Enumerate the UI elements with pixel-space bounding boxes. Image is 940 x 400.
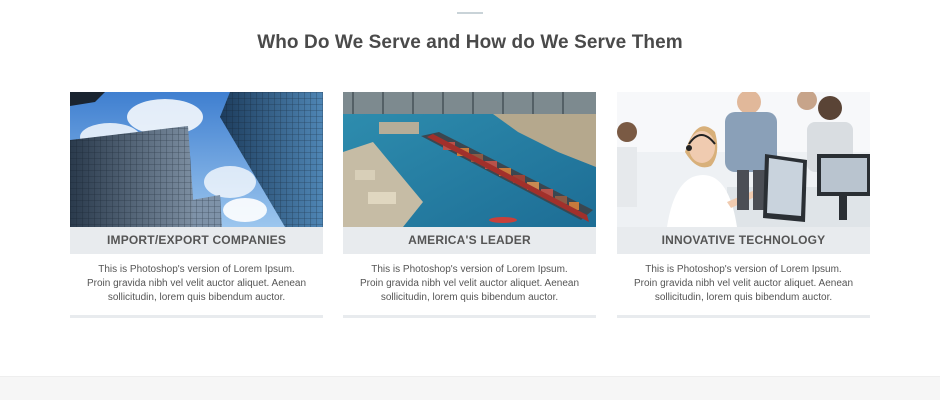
card-description: This is Photoshop's version of Lorem Ips… — [617, 263, 870, 305]
card-underline — [343, 315, 596, 318]
card-description-line: Proin gravida nibh vel velit auctor aliq… — [633, 278, 854, 289]
section-title: Who Do We Serve and How do We Serve Them — [257, 32, 683, 53]
service-card-americas-leader: AMERICA'S LEADER This is Photoshop's ver… — [343, 92, 596, 319]
card-title: INNOVATIVE TECHNOLOGY — [617, 227, 870, 254]
card-description-line: This is Photoshop's version of Lorem Ips… — [371, 264, 568, 275]
service-card-import-export: IMPORT/EXPORT COMPANIES This is Photosho… — [70, 92, 323, 319]
office-skyscrapers-image — [70, 92, 323, 227]
call-center-office-image — [617, 92, 870, 227]
services-section: Who Do We Serve and How do We Serve Them — [0, 0, 940, 400]
card-description-line: sollicitudin, lorem quis bibendum auctor… — [654, 292, 833, 303]
card-title: IMPORT/EXPORT COMPANIES — [70, 227, 323, 254]
container-ship-port-image — [343, 92, 596, 227]
card-underline — [70, 315, 323, 318]
card-description-line: sollicitudin, lorem quis bibendum auctor… — [380, 292, 559, 303]
service-card-innovative-technology: INNOVATIVE TECHNOLOGY This is Photoshop'… — [617, 92, 870, 319]
card-description-line: Proin gravida nibh vel velit auctor aliq… — [359, 278, 580, 289]
card-title: AMERICA'S LEADER — [343, 227, 596, 254]
title-divider — [457, 12, 483, 14]
card-description-line: This is Photoshop's version of Lorem Ips… — [645, 264, 842, 275]
card-description-line: sollicitudin, lorem quis bibendum auctor… — [107, 292, 286, 303]
card-underline — [617, 315, 870, 318]
card-description: This is Photoshop's version of Lorem Ips… — [70, 263, 323, 305]
card-description-line: This is Photoshop's version of Lorem Ips… — [98, 264, 295, 275]
card-description-line: Proin gravida nibh vel velit auctor aliq… — [86, 278, 307, 289]
card-description: This is Photoshop's version of Lorem Ips… — [343, 263, 596, 305]
footer-band — [0, 376, 940, 400]
